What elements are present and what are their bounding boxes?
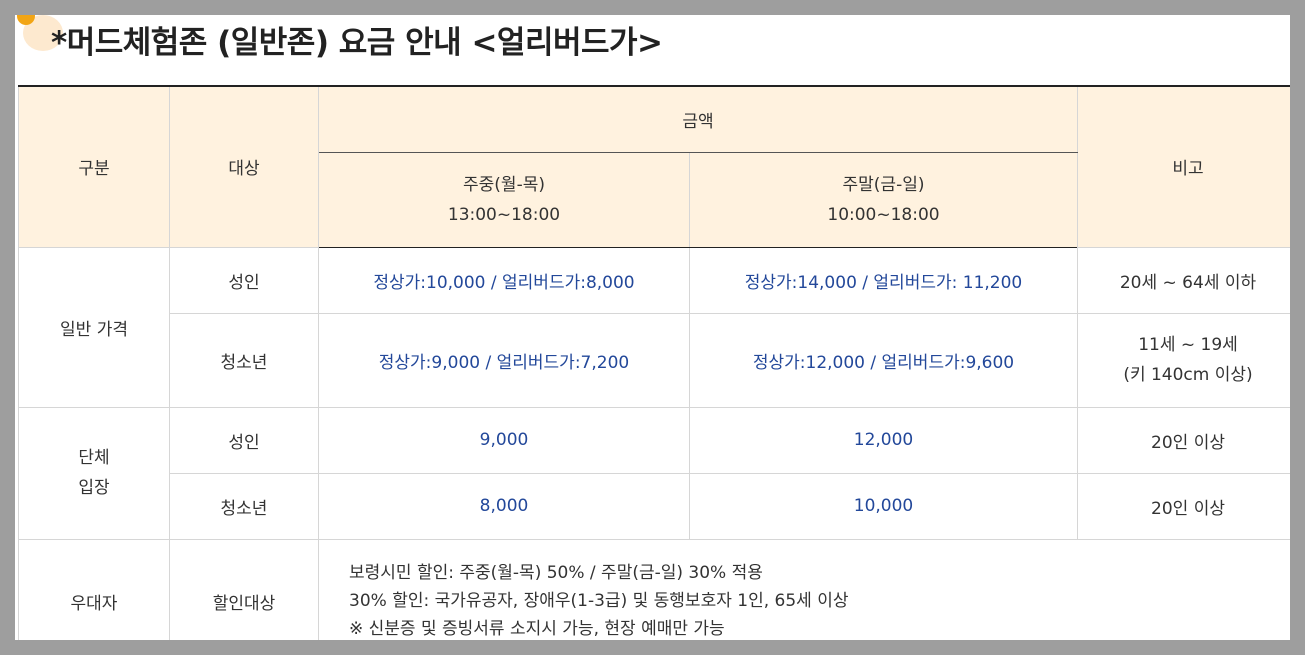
fee-table: 구분 대상 금액 비고 주중(월-목) 13:00~18:00 주말(금-일) … xyxy=(18,85,1290,640)
table-row: 청소년 8,000 10,000 20인 이상 xyxy=(19,472,1290,540)
weekday-time: 13:00~18:00 xyxy=(447,204,561,225)
group-youth-target: 청소년 xyxy=(169,472,319,540)
group-adult-weekend-price: 12,000 xyxy=(689,406,1078,474)
title-area: *머드체험존 (일반존) 요금 안내 <얼리버드가> xyxy=(15,15,1290,85)
weekday-label: 주중(월-목) xyxy=(463,174,545,195)
discount-category: 우대자 xyxy=(18,538,170,640)
weekend-label: 주말(금-일) xyxy=(842,174,925,195)
discount-line-eligible: 30% 할인: 국가유공자, 장애우(1-3급) 및 동행보호자 1인, 65세… xyxy=(349,591,849,611)
youth-age-range: 11세 ~ 19세 xyxy=(1138,335,1238,355)
group-adult-weekday-price: 9,000 xyxy=(318,406,690,474)
discount-line-residents: 보령시민 할인: 주중(월-목) 50% / 주말(금-일) 30% 적용 xyxy=(349,563,763,583)
table-row: 청소년 정상가:9,000 / 얼리버드가:7,200 정상가:12,000 /… xyxy=(19,312,1290,408)
discount-target: 할인대상 xyxy=(169,538,319,640)
header-category: 구분 xyxy=(18,85,170,248)
general-youth-target: 청소년 xyxy=(169,312,319,408)
group-youth-weekday-price: 8,000 xyxy=(318,472,690,540)
table-row: 우대자 할인대상 보령시민 할인: 주중(월-목) 50% / 주말(금-일) … xyxy=(18,538,1290,640)
content-panel: *머드체험존 (일반존) 요금 안내 <얼리버드가> 구분 대상 금액 비고 주… xyxy=(15,15,1290,640)
general-youth-note: 11세 ~ 19세 (키 140cm 이상) xyxy=(1077,312,1290,408)
header-weekend: 주말(금-일) 10:00~18:00 xyxy=(689,151,1078,248)
group-category-line1: 단체 xyxy=(78,448,110,468)
group-adult-target: 성인 xyxy=(169,406,319,474)
general-youth-weekday-price: 정상가:9,000 / 얼리버드가:7,200 xyxy=(318,312,690,408)
general-adult-target: 성인 xyxy=(169,246,319,314)
general-youth-weekend-price: 정상가:12,000 / 얼리버드가:9,600 xyxy=(689,312,1078,408)
general-adult-weekday-price: 정상가:10,000 / 얼리버드가:8,000 xyxy=(318,246,690,314)
discount-line-notice: ※ 신분증 및 증빙서류 소지시 가능, 현장 예매만 가능 xyxy=(349,619,725,639)
header-target: 대상 xyxy=(169,85,319,248)
general-adult-note: 20세 ~ 64세 이하 xyxy=(1077,246,1290,314)
header-weekday: 주중(월-목) 13:00~18:00 xyxy=(318,151,690,248)
weekend-time: 10:00~18:00 xyxy=(827,204,940,225)
header-amount: 금액 xyxy=(318,85,1078,153)
discount-details: 보령시민 할인: 주중(월-목) 50% / 주말(금-일) 30% 적용 30… xyxy=(318,538,1290,640)
group-category: 단체 입장 xyxy=(18,406,170,540)
group-category-line2: 입장 xyxy=(78,478,110,498)
group-youth-weekend-price: 10,000 xyxy=(689,472,1078,540)
header-note: 비고 xyxy=(1077,85,1290,248)
group-youth-note: 20인 이상 xyxy=(1077,472,1290,540)
table-row: 단체 입장 성인 9,000 12,000 20인 이상 xyxy=(18,406,1290,540)
table-row: 일반 가격 성인 정상가:10,000 / 얼리버드가:8,000 정상가:14… xyxy=(18,246,1290,408)
general-adult-weekend-price: 정상가:14,000 / 얼리버드가: 11,200 xyxy=(689,246,1078,314)
youth-height-limit: (키 140cm 이상) xyxy=(1123,365,1253,385)
page-title: *머드체험존 (일반존) 요금 안내 <얼리버드가> xyxy=(51,25,663,61)
general-category: 일반 가격 xyxy=(18,246,170,408)
group-adult-note: 20인 이상 xyxy=(1077,406,1290,474)
